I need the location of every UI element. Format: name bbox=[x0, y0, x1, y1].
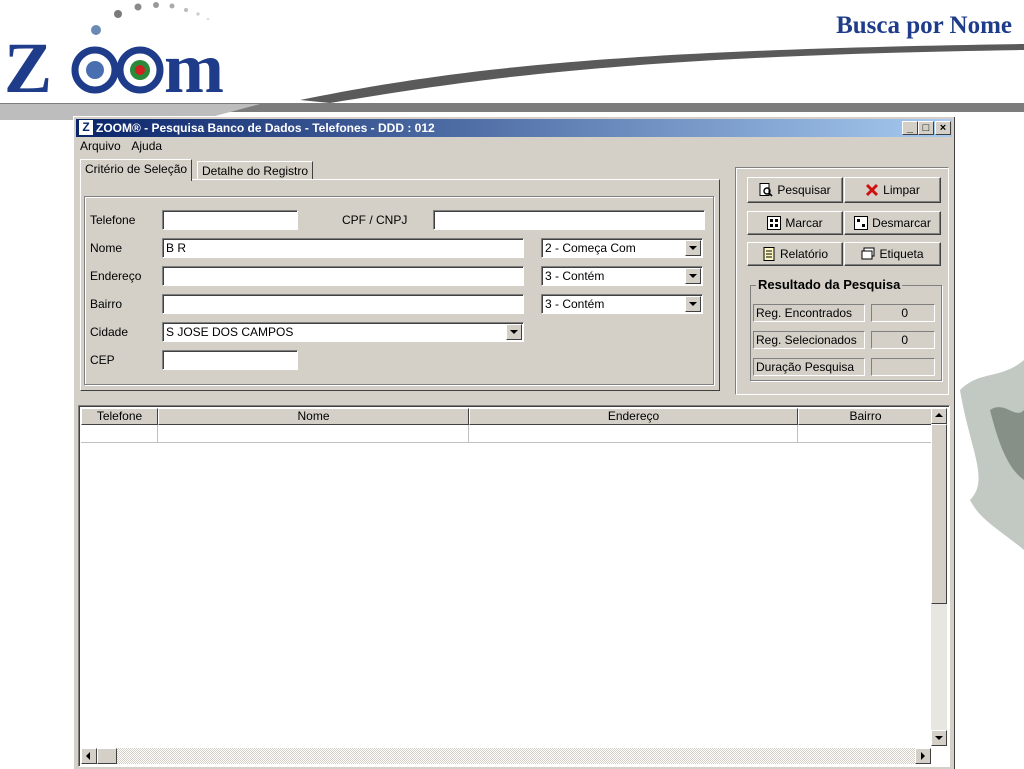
endereco-mode-value: 3 - Contém bbox=[545, 269, 605, 283]
horizontal-scrollbar[interactable] bbox=[81, 748, 931, 764]
scroll-left-button[interactable] bbox=[81, 748, 97, 764]
found-label: Reg. Encontrados bbox=[753, 304, 865, 322]
table-cell[interactable] bbox=[81, 425, 158, 443]
tab-detalhe-registro[interactable]: Detalhe do Registro bbox=[197, 161, 314, 180]
cep-label: CEP bbox=[90, 353, 115, 367]
pesquisar-label: Pesquisar bbox=[777, 183, 831, 197]
found-value: 0 bbox=[871, 304, 935, 322]
endereco-label: Endereço bbox=[90, 269, 142, 283]
etiqueta-button[interactable]: Etiqueta bbox=[844, 242, 941, 266]
column-header-telefone[interactable]: Telefone bbox=[81, 408, 158, 425]
scroll-down-button[interactable] bbox=[931, 730, 947, 746]
cpf-input[interactable] bbox=[433, 210, 705, 230]
chevron-down-icon[interactable] bbox=[685, 240, 701, 256]
maximize-button[interactable]: □ bbox=[918, 121, 934, 135]
telefone-label: Telefone bbox=[90, 213, 136, 227]
chevron-down-icon[interactable] bbox=[685, 296, 701, 312]
bairro-mode-select[interactable]: 3 - Contém bbox=[541, 294, 703, 314]
scroll-right-button[interactable] bbox=[915, 748, 931, 764]
table-cell[interactable] bbox=[798, 425, 933, 443]
minimize-button[interactable]: _ bbox=[902, 121, 918, 135]
cidade-label: Cidade bbox=[90, 325, 129, 339]
mark-icon bbox=[767, 216, 782, 230]
selected-label: Reg. Selecionados bbox=[753, 331, 865, 349]
column-header-nome[interactable]: Nome bbox=[158, 408, 469, 425]
endereco-mode-select[interactable]: 3 - Contém bbox=[541, 266, 703, 286]
nome-label: Nome bbox=[90, 241, 123, 255]
duration-label: Duração Pesquisa bbox=[753, 358, 865, 376]
selected-value: 0 bbox=[871, 331, 935, 349]
title-bar[interactable]: Z ZOOM® - Pesquisa Banco de Dados - Tele… bbox=[76, 119, 952, 137]
scroll-up-button[interactable] bbox=[931, 408, 947, 424]
endereco-input[interactable] bbox=[162, 266, 524, 286]
close-icon bbox=[866, 183, 879, 197]
relatorio-button[interactable]: Relatório bbox=[747, 242, 843, 266]
svg-text:m: m bbox=[164, 28, 224, 100]
vertical-scrollbar[interactable] bbox=[931, 408, 947, 746]
nome-input[interactable]: B R bbox=[162, 238, 524, 258]
menu-bar: Arquivo Ajuda bbox=[80, 139, 170, 153]
limpar-label: Limpar bbox=[883, 183, 920, 197]
zoom-logo: Z m bbox=[4, 2, 224, 100]
search-icon bbox=[759, 183, 773, 197]
column-header-bairro[interactable]: Bairro bbox=[798, 408, 933, 425]
table-cell[interactable] bbox=[469, 425, 798, 443]
cep-input[interactable] bbox=[162, 350, 298, 370]
nome-mode-value: 2 - Começa Com bbox=[545, 241, 636, 255]
nome-mode-select[interactable]: 2 - Começa Com bbox=[541, 238, 703, 258]
marcar-button[interactable]: Marcar bbox=[747, 211, 843, 235]
column-header-endereco[interactable]: Endereço bbox=[469, 408, 798, 425]
desmarcar-label: Desmarcar bbox=[872, 216, 931, 230]
limpar-button[interactable]: Limpar bbox=[844, 177, 941, 203]
cidade-select[interactable]: S JOSE DOS CAMPOS bbox=[162, 322, 524, 342]
desmarcar-button[interactable]: Desmarcar bbox=[844, 211, 941, 235]
results-grid[interactable]: Telefone Nome Endereço Bairro bbox=[78, 405, 950, 767]
bairro-label: Bairro bbox=[90, 297, 123, 311]
marcar-label: Marcar bbox=[785, 216, 823, 230]
relatorio-label: Relatório bbox=[779, 247, 829, 261]
etiqueta-label: Etiqueta bbox=[879, 247, 924, 261]
table-cell[interactable] bbox=[158, 425, 469, 443]
bairro-mode-value: 3 - Contém bbox=[545, 297, 605, 311]
svg-text:Z: Z bbox=[4, 28, 52, 100]
window-title: ZOOM® - Pesquisa Banco de Dados - Telefo… bbox=[96, 121, 435, 135]
telefone-input[interactable] bbox=[162, 210, 298, 230]
app-window: Z ZOOM® - Pesquisa Banco de Dados - Tele… bbox=[73, 116, 954, 769]
tab-criterio-selecao[interactable]: Critério de Seleção bbox=[80, 159, 193, 181]
app-icon: Z bbox=[79, 120, 93, 135]
unmark-icon bbox=[854, 216, 869, 230]
cidade-value: S JOSE DOS CAMPOS bbox=[166, 325, 294, 339]
hscroll-thumb[interactable] bbox=[97, 748, 117, 764]
close-button[interactable]: × bbox=[935, 121, 951, 135]
chevron-down-icon[interactable] bbox=[685, 268, 701, 284]
pesquisar-button[interactable]: Pesquisar bbox=[747, 177, 843, 203]
chevron-down-icon[interactable] bbox=[506, 324, 522, 340]
report-icon bbox=[763, 247, 775, 261]
scroll-thumb[interactable] bbox=[931, 424, 947, 604]
cpf-label: CPF / CNPJ bbox=[342, 213, 408, 227]
menu-arquivo[interactable]: Arquivo bbox=[80, 139, 121, 153]
label-icon bbox=[861, 247, 875, 260]
bairro-input[interactable] bbox=[162, 294, 524, 314]
slide-title: Busca por Nome bbox=[836, 12, 1012, 39]
results-title: Resultado da Pesquisa bbox=[756, 277, 903, 292]
menu-ajuda[interactable]: Ajuda bbox=[131, 139, 162, 153]
duration-value bbox=[871, 358, 935, 376]
